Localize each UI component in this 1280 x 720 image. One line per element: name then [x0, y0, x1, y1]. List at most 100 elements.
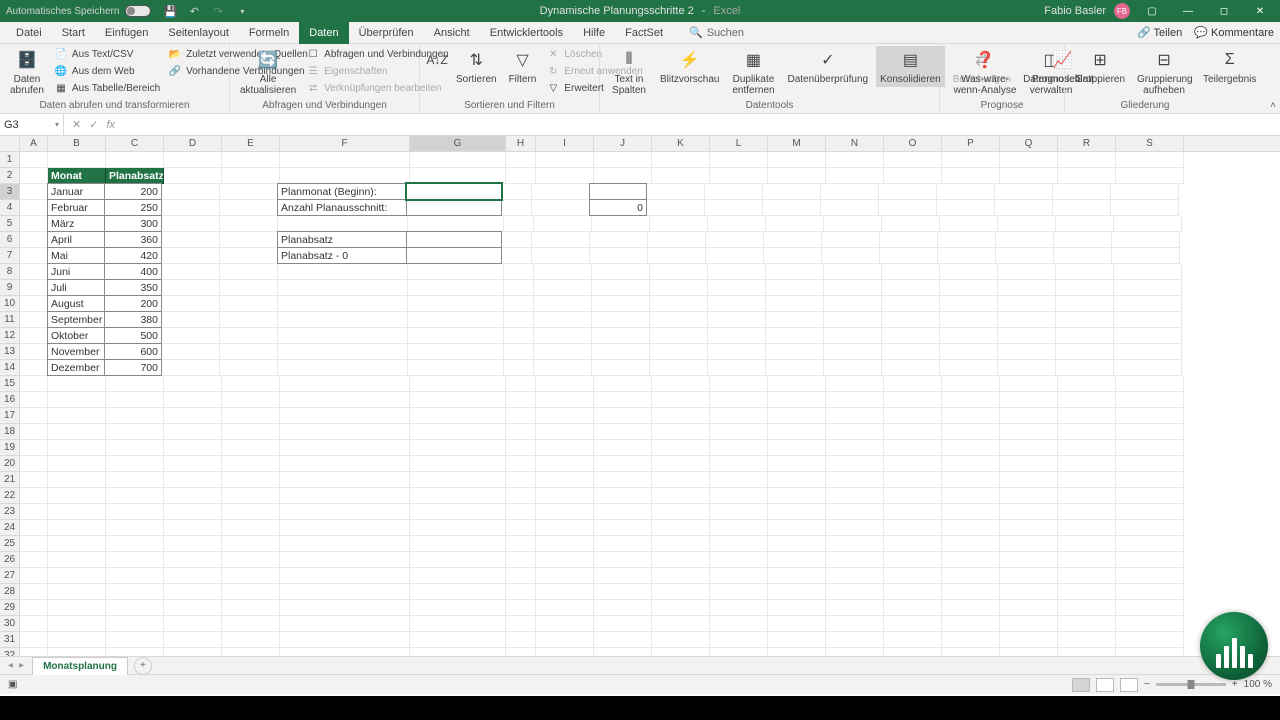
cell[interactable]: Oktober — [47, 327, 105, 344]
cell[interactable] — [938, 232, 996, 248]
cell[interactable] — [710, 424, 768, 440]
cell[interactable] — [280, 616, 410, 632]
cell[interactable] — [106, 392, 164, 408]
cell[interactable] — [164, 392, 222, 408]
cell[interactable] — [222, 424, 280, 440]
cell[interactable] — [1114, 328, 1182, 344]
cell[interactable] — [942, 536, 1000, 552]
cell[interactable] — [1116, 568, 1184, 584]
cell[interactable] — [220, 328, 278, 344]
cell[interactable] — [998, 360, 1056, 376]
cell[interactable] — [536, 632, 594, 648]
cell[interactable] — [652, 408, 710, 424]
chevron-down-icon[interactable]: ▾ — [55, 120, 59, 129]
cell[interactable] — [768, 152, 826, 168]
cell[interactable] — [222, 152, 280, 168]
cell[interactable] — [942, 648, 1000, 656]
cell[interactable] — [20, 328, 48, 344]
cell[interactable]: 250 — [104, 199, 162, 216]
cell[interactable] — [884, 520, 942, 536]
cell[interactable] — [20, 552, 48, 568]
cell[interactable] — [1058, 376, 1116, 392]
cell[interactable] — [536, 504, 594, 520]
cell[interactable] — [594, 552, 652, 568]
cell[interactable] — [768, 520, 826, 536]
cell[interactable]: Mai — [47, 247, 105, 264]
col-header[interactable]: Q — [1000, 136, 1058, 151]
cell[interactable] — [536, 152, 594, 168]
cell[interactable] — [506, 520, 536, 536]
fx-icon[interactable]: fx — [106, 119, 115, 131]
cell[interactable] — [536, 440, 594, 456]
cell[interactable] — [1058, 584, 1116, 600]
cell[interactable] — [1056, 296, 1114, 312]
cell[interactable] — [506, 568, 536, 584]
cell[interactable] — [20, 632, 48, 648]
tab-start[interactable]: Start — [52, 22, 95, 44]
tell-me-search[interactable]: 🔍 Suchen — [689, 26, 744, 39]
cell[interactable]: 200 — [104, 295, 162, 312]
cell[interactable] — [826, 632, 884, 648]
cell[interactable] — [768, 648, 826, 656]
cell[interactable] — [410, 600, 506, 616]
cell[interactable] — [1000, 568, 1058, 584]
col-header[interactable]: E — [222, 136, 280, 151]
cell[interactable] — [884, 552, 942, 568]
cell[interactable] — [20, 408, 48, 424]
cell[interactable] — [708, 328, 766, 344]
cell[interactable] — [708, 296, 766, 312]
share-button[interactable]: 🔗 Teilen — [1137, 26, 1182, 39]
cell[interactable]: Monat — [48, 168, 106, 184]
cell[interactable] — [594, 600, 652, 616]
cell[interactable] — [1053, 200, 1111, 216]
cell[interactable] — [942, 440, 1000, 456]
cell[interactable] — [766, 360, 824, 376]
cell[interactable] — [536, 568, 594, 584]
cell[interactable] — [48, 552, 106, 568]
tab-formeln[interactable]: Formeln — [239, 22, 299, 44]
cell[interactable] — [882, 296, 940, 312]
cell[interactable] — [879, 184, 937, 200]
cell[interactable] — [1116, 472, 1184, 488]
group-button[interactable]: ⊞Gruppieren — [1071, 46, 1129, 87]
cell[interactable] — [942, 552, 1000, 568]
cell[interactable] — [1054, 248, 1112, 264]
cell[interactable] — [164, 424, 222, 440]
cell[interactable] — [406, 231, 502, 248]
cell[interactable] — [506, 440, 536, 456]
cell[interactable] — [824, 328, 882, 344]
cell[interactable] — [937, 200, 995, 216]
row-header[interactable]: 14 — [0, 360, 20, 376]
cell[interactable] — [506, 488, 536, 504]
cell[interactable]: Juli — [47, 279, 105, 296]
cell[interactable] — [764, 248, 822, 264]
cell[interactable] — [884, 152, 942, 168]
cell[interactable] — [766, 344, 824, 360]
col-header[interactable]: S — [1116, 136, 1184, 151]
cell[interactable] — [502, 232, 532, 248]
cell[interactable] — [162, 232, 220, 248]
cell[interactable] — [884, 424, 942, 440]
cell[interactable] — [768, 376, 826, 392]
cell[interactable] — [106, 584, 164, 600]
cell[interactable] — [884, 456, 942, 472]
cell[interactable] — [652, 456, 710, 472]
cell[interactable] — [164, 600, 222, 616]
row-header[interactable]: 15 — [0, 376, 20, 392]
cell[interactable] — [708, 280, 766, 296]
cell[interactable] — [410, 536, 506, 552]
cell[interactable] — [650, 328, 708, 344]
cell[interactable] — [1058, 488, 1116, 504]
cell[interactable] — [536, 552, 594, 568]
cell[interactable] — [824, 280, 882, 296]
cell[interactable] — [536, 168, 594, 184]
cell[interactable] — [826, 552, 884, 568]
cell[interactable] — [48, 504, 106, 520]
cell[interactable] — [592, 312, 650, 328]
cell[interactable] — [534, 216, 592, 232]
cell[interactable] — [594, 456, 652, 472]
cell[interactable] — [942, 584, 1000, 600]
cell[interactable] — [884, 440, 942, 456]
row-header[interactable]: 21 — [0, 472, 20, 488]
cell[interactable] — [995, 200, 1053, 216]
